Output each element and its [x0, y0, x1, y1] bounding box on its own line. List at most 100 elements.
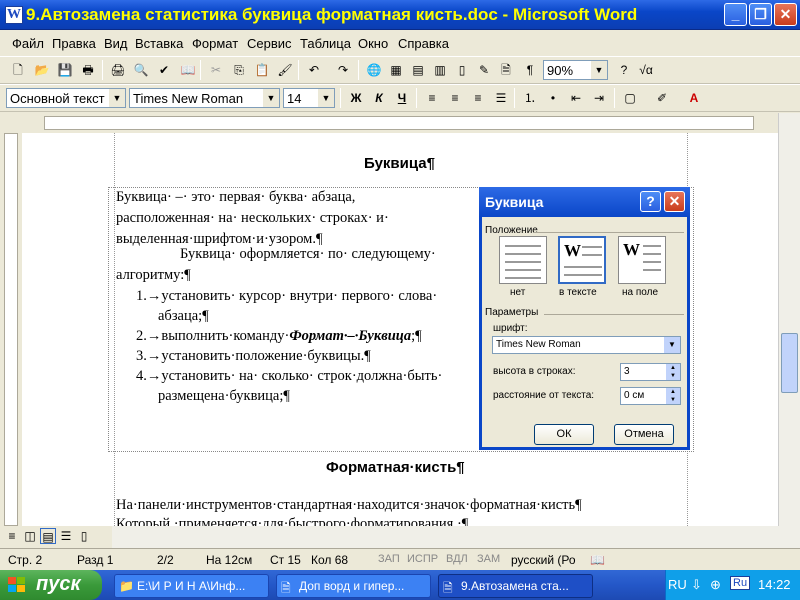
tray-arrow-icon[interactable]: ⇩ — [691, 577, 702, 593]
align-center-icon[interactable]: ≡ — [445, 88, 465, 108]
highlight-icon[interactable]: ✐ — [652, 88, 672, 108]
paste-icon[interactable]: 📋 — [252, 60, 272, 80]
cancel-button[interactable]: Отмена — [614, 424, 674, 445]
menu-tools[interactable]: Сервис — [247, 36, 292, 51]
horizontal-scrollbar[interactable] — [112, 526, 800, 548]
list-item[interactable]: 4.→установить· на· сколько· строк·должна… — [136, 368, 442, 385]
font-size-combo[interactable]: 14 ▼ — [283, 88, 335, 108]
heading-format-painter[interactable]: Форматная·кисть¶ — [326, 459, 465, 476]
open-folder-icon[interactable]: 📂 — [32, 60, 52, 80]
list-item[interactable]: 1.→установить· курсор· внутри· первого· … — [136, 288, 437, 305]
scroll-thumb[interactable] — [781, 333, 798, 393]
taskbar-item-word-2[interactable]: 🗎 9.Автозамена ста... — [438, 574, 593, 598]
network-icon[interactable]: ⊕ — [710, 577, 721, 593]
print-layout-icon[interactable]: ▤ — [40, 528, 56, 544]
list-item-continued[interactable]: размещена·буквица;¶ — [158, 388, 290, 405]
show-hide-icon[interactable]: ¶ — [520, 60, 540, 80]
font-combo[interactable]: Times New Roman ▼ — [129, 88, 280, 108]
borders-icon[interactable]: ▢ — [620, 88, 640, 108]
paragraph-line[interactable]: На·панели·инструментов·стандартная·наход… — [116, 497, 582, 514]
spinner-icon[interactable]: ▲ ▼ — [666, 388, 680, 404]
vertical-scrollbar[interactable] — [778, 113, 800, 526]
close-button[interactable]: ✕ — [774, 3, 797, 26]
status-language[interactable]: русский (Ро — [511, 553, 576, 567]
paragraph-line[interactable]: Буквица· оформляется· по· следующему· — [180, 246, 436, 263]
cut-icon[interactable]: ✂ — [206, 60, 226, 80]
equation-icon[interactable]: √α — [636, 60, 656, 80]
chevron-down-icon[interactable]: ▼ — [263, 89, 279, 107]
taskbar-item-word-1[interactable]: 🗎 Доп ворд и гипер... — [276, 574, 431, 598]
taskbar-item-explorer[interactable]: 📁 E:\И Р И Н А\Инф... — [114, 574, 269, 598]
list-item[interactable]: 2.→выполнить·команду·Формат·–·Буквица;¶ — [136, 328, 422, 345]
style-combo[interactable]: Основной текст ▼ — [6, 88, 126, 108]
reading-view-icon[interactable]: ▯ — [76, 528, 92, 544]
position-margin-option[interactable]: W — [618, 236, 666, 284]
insert-table-icon[interactable]: ▤ — [408, 60, 428, 80]
word-app-icon[interactable]: W — [5, 6, 23, 24]
menu-window[interactable]: Окно — [358, 36, 388, 51]
paragraph-line[interactable]: Который,·применяется·для·быстрого·формат… — [116, 516, 468, 526]
list-item-continued[interactable]: абзаца;¶ — [158, 308, 209, 325]
menu-format[interactable]: Формат — [192, 36, 238, 51]
menu-help[interactable]: Справка — [398, 36, 449, 51]
chevron-down-icon[interactable]: ▼ — [109, 89, 125, 107]
italic-button[interactable]: К — [369, 88, 389, 108]
copy-icon[interactable]: ⎘ — [229, 60, 249, 80]
drawing-icon[interactable]: ✎ — [474, 60, 494, 80]
paragraph-line[interactable]: алгоритму:¶ — [116, 267, 191, 284]
columns-icon[interactable]: ▯ — [452, 60, 472, 80]
menu-view[interactable]: Вид — [104, 36, 128, 51]
new-document-icon[interactable]: 🗋 — [8, 60, 28, 80]
position-none-option[interactable] — [499, 236, 547, 284]
chevron-down-icon[interactable]: ▼ — [664, 337, 680, 353]
chevron-down-icon[interactable]: ▼ — [318, 89, 334, 107]
status-ext[interactable]: ВДЛ — [446, 553, 468, 565]
spelling-status-icon[interactable]: 📖 — [590, 553, 605, 567]
chevron-down-icon[interactable]: ▼ — [591, 61, 607, 79]
vertical-ruler-track[interactable] — [4, 133, 18, 526]
dialog-font-select[interactable]: Times New Roman ▼ — [492, 336, 681, 354]
menu-file[interactable]: Файл — [12, 36, 44, 51]
increase-indent-icon[interactable]: ⇥ — [589, 88, 609, 108]
menu-table[interactable]: Таблица — [300, 36, 351, 51]
print-preview-icon[interactable]: 🔍 — [131, 60, 151, 80]
underline-button[interactable]: Ч — [392, 88, 412, 108]
decrease-indent-icon[interactable]: ⇤ — [566, 88, 586, 108]
format-painter-icon[interactable]: 🖌 — [275, 60, 295, 80]
insert-excel-icon[interactable]: ▥ — [430, 60, 450, 80]
menu-edit[interactable]: Правка — [52, 36, 96, 51]
bold-button[interactable]: Ж — [346, 88, 366, 108]
status-rec[interactable]: ЗАП — [378, 553, 400, 565]
list-item[interactable]: 3.→установить·положение·буквицы.¶ — [136, 348, 371, 365]
spinner-icon[interactable]: ▲ ▼ — [666, 364, 680, 380]
document-map-icon[interactable]: 🗎 — [496, 60, 516, 80]
ruler-track[interactable] — [44, 116, 754, 130]
web-view-icon[interactable]: ◫ — [22, 528, 38, 544]
zoom-combo[interactable]: 90% ▼ — [543, 60, 608, 80]
normal-view-icon[interactable]: ≡ — [4, 528, 20, 544]
menu-insert[interactable]: Вставка — [135, 36, 183, 51]
permission-icon[interactable]: 🖶 — [78, 60, 98, 80]
heading-bukvitsa[interactable]: Буквица¶ — [364, 155, 435, 172]
redo-icon[interactable]: ↷ — [333, 60, 353, 80]
distance-stepper[interactable]: 0 см ▲ ▼ — [620, 387, 681, 405]
lines-stepper[interactable]: 3 ▲ ▼ — [620, 363, 681, 381]
help-button[interactable]: ? — [640, 191, 661, 212]
spelling-icon[interactable]: ✔ — [154, 60, 174, 80]
bullets-icon[interactable]: • — [543, 88, 563, 108]
font-color-icon[interactable]: A — [684, 88, 704, 108]
hyperlink-icon[interactable]: 🌐 — [364, 60, 384, 80]
research-icon[interactable]: 📖 — [178, 60, 198, 80]
ok-button[interactable]: ОК — [534, 424, 594, 445]
align-right-icon[interactable]: ≡ — [468, 88, 488, 108]
help-icon[interactable]: ? — [614, 60, 634, 80]
language-indicator[interactable]: RU — [668, 577, 687, 592]
save-icon[interactable]: 💾 — [55, 60, 75, 80]
print-icon[interactable]: 🖨 — [108, 60, 128, 80]
status-ovr[interactable]: ЗАМ — [477, 553, 500, 565]
justify-icon[interactable]: ☰ — [491, 88, 511, 108]
paragraph-line[interactable]: Буквица· –· это· первая· буква· абзаца, — [116, 189, 355, 206]
position-in-text-option[interactable]: W — [558, 236, 606, 284]
paragraph-line[interactable]: расположенная· на· нескольких· строках· … — [116, 210, 389, 227]
dialog-close-button[interactable]: ✕ — [664, 191, 685, 212]
